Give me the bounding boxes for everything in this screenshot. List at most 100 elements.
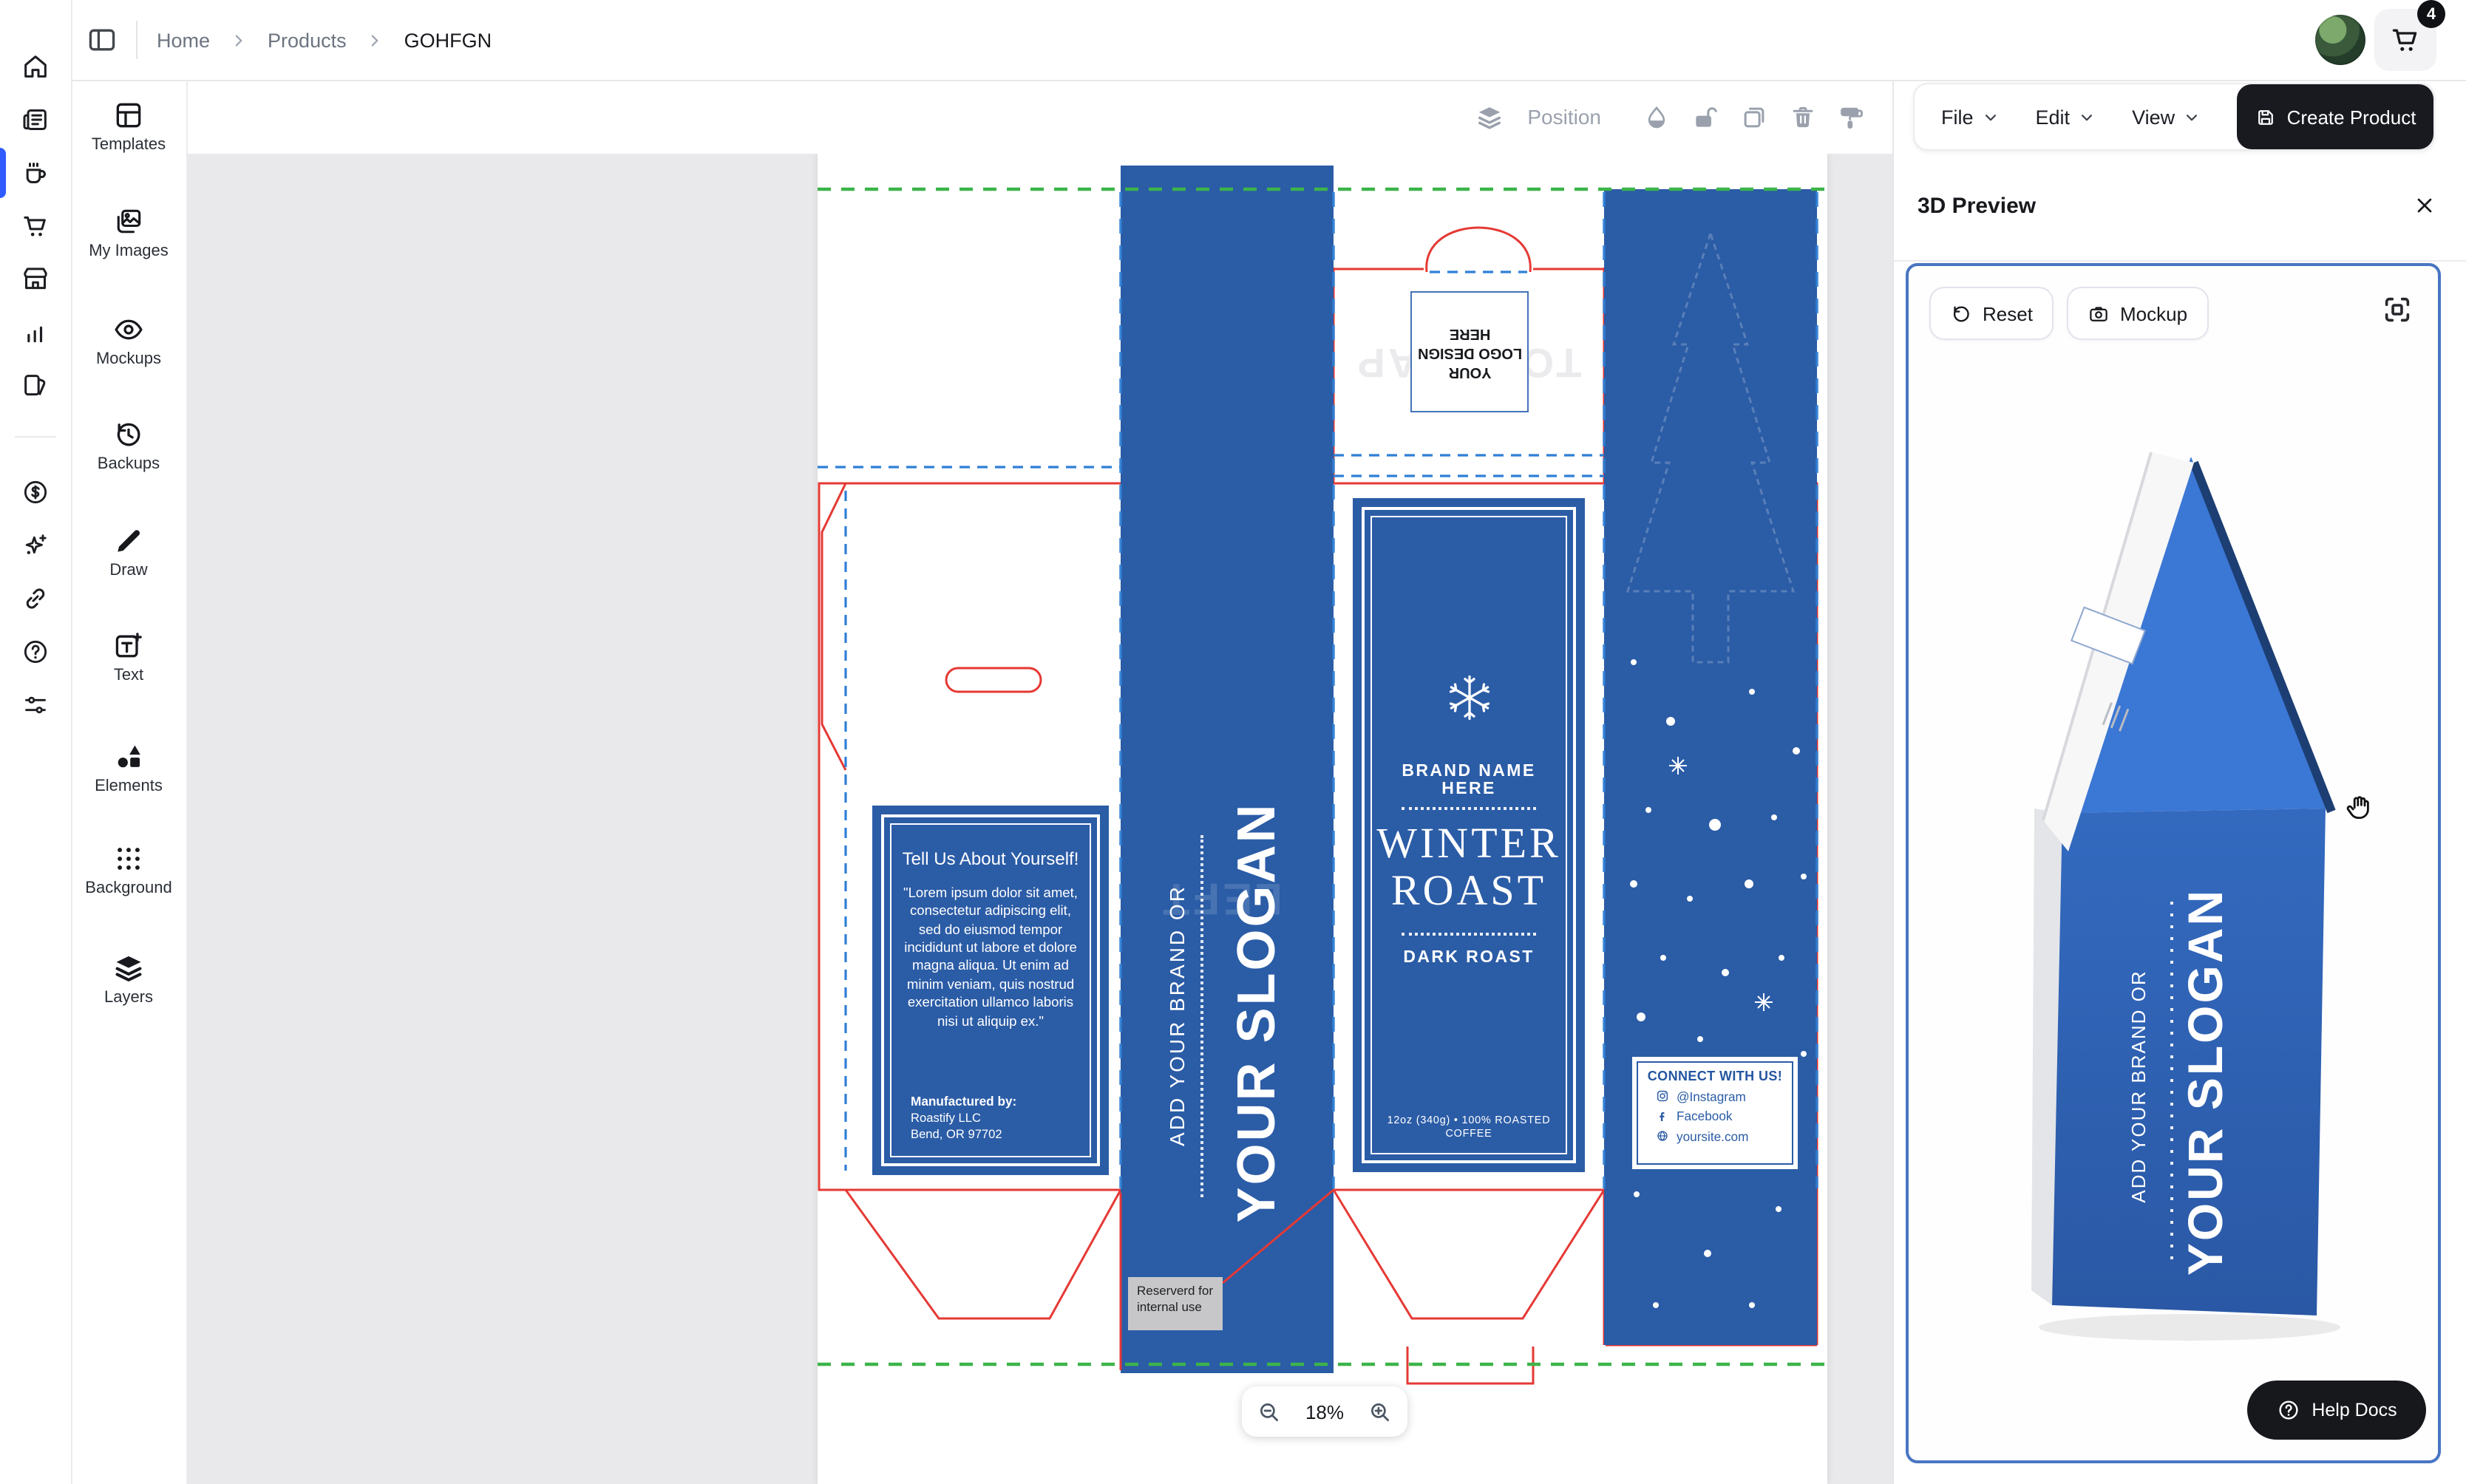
slogan-panel[interactable]: LEFT ADD YOUR BRAND OR YOUR SLOGAN — [1121, 166, 1334, 1373]
box-3d-render[interactable]: ADD YOUR BRAND OR YOUR SLOGAN — [1968, 414, 2411, 1360]
avatar[interactable] — [2315, 15, 2365, 65]
tool-sidebar: Templates My Images Mockups Backups Draw… — [71, 80, 188, 1484]
mfg-name: Roastify LLC — [911, 1111, 981, 1126]
box-brand-text: ADD YOUR BRAND OR — [2127, 970, 2150, 1202]
breadcrumb-current: GOHFGN — [404, 29, 492, 51]
breadcrumb-home[interactable]: Home — [157, 29, 210, 51]
swatches-icon[interactable] — [21, 371, 50, 401]
home-icon[interactable] — [21, 52, 50, 81]
nav-rail — [0, 0, 72, 1484]
cart-button[interactable]: 4 — [2374, 9, 2436, 71]
images-icon — [112, 205, 145, 238]
templates-icon — [112, 99, 145, 132]
sidebar-toggle-icon[interactable] — [86, 24, 118, 56]
pricing-icon[interactable] — [21, 477, 50, 507]
preview-viewport[interactable]: Reset Mockup — [1906, 263, 2441, 1463]
grab-hand-cursor — [2342, 789, 2377, 825]
divider — [1894, 260, 2466, 262]
sidebar-item-templates[interactable]: Templates — [71, 99, 186, 154]
breadcrumb-products[interactable]: Products — [268, 29, 347, 51]
dotted-divider — [1401, 807, 1536, 810]
sidebar-item-draw[interactable]: Draw — [71, 525, 186, 579]
breadcrumb: Home Products GOHFGN — [157, 0, 492, 80]
logo-placeholder-box[interactable]: YOUR LOGO DESIGN HERE — [1410, 291, 1529, 412]
chart-icon[interactable] — [21, 318, 50, 347]
sidebar-item-label: Text — [71, 667, 186, 684]
brand-or-text[interactable]: ADD YOUR BRAND OR — [1165, 885, 1189, 1146]
opacity-droplet-icon[interactable] — [1643, 103, 1671, 131]
camera-icon — [2088, 302, 2110, 324]
view-menu[interactable]: View — [2114, 106, 2219, 128]
settings-icon[interactable] — [21, 690, 50, 720]
reset-icon — [1950, 302, 1972, 324]
layers-icon — [112, 952, 145, 984]
sidebar-item-backups[interactable]: Backups — [71, 418, 186, 473]
ai-sparkles-icon[interactable] — [21, 531, 50, 560]
position-label[interactable]: Position — [1527, 105, 1601, 129]
save-icon — [2255, 106, 2277, 128]
question-circle-icon — [2276, 1398, 2300, 1422]
zoom-in-icon[interactable] — [1368, 1399, 1393, 1424]
duplicate-icon[interactable] — [1740, 103, 1768, 131]
paint-roller-icon[interactable] — [1838, 103, 1866, 131]
editor-toolbar: Position — [186, 80, 1892, 154]
instagram-icon — [1656, 1089, 1669, 1103]
zoom-level: 18% — [1305, 1400, 1344, 1423]
unlock-icon[interactable] — [1691, 103, 1719, 131]
snow-panel[interactable]: CONNECT WITH US! @Instagram Facebook you… — [1604, 189, 1817, 1345]
cart-icon[interactable] — [21, 211, 50, 241]
mfg-label: Manufactured by: — [911, 1095, 1016, 1109]
coffee-icon[interactable] — [21, 158, 50, 188]
connect-instagram: @Instagram — [1656, 1089, 1792, 1103]
preview-title: 3D Preview — [1918, 194, 2036, 219]
mockup-button[interactable]: Mockup — [2067, 287, 2208, 340]
shapes-icon — [112, 741, 145, 773]
about-panel[interactable]: Tell Us About Yourself! "Lorem ipsum dol… — [872, 806, 1109, 1175]
your-slogan-text[interactable]: YOUR SLOGAN — [1226, 802, 1288, 1222]
chevron-right-icon — [229, 30, 248, 50]
dotted-divider — [1401, 933, 1536, 936]
sidebar-item-label: Elements — [71, 777, 186, 795]
fullscreen-icon[interactable] — [2380, 293, 2414, 327]
snowflake-icon — [1442, 671, 1495, 724]
divider — [136, 21, 137, 59]
menu-bar: File Edit View Create Product — [1913, 83, 2435, 151]
sidebar-item-layers[interactable]: Layers — [71, 952, 186, 1007]
reset-button[interactable]: Reset — [1929, 287, 2054, 340]
delete-icon[interactable] — [1789, 103, 1817, 131]
close-icon[interactable] — [2413, 194, 2436, 217]
chevron-down-icon — [1981, 107, 2000, 126]
edit-menu[interactable]: Edit — [2018, 106, 2115, 128]
sidebar-item-elements[interactable]: Elements — [71, 741, 186, 795]
divider — [15, 436, 56, 438]
manufacturer-block: Manufactured by: Roastify LLC Bend, OR 9… — [911, 1095, 1016, 1143]
news-icon[interactable] — [21, 105, 50, 135]
connect-box-frame: CONNECT WITH US! @Instagram Facebook you… — [1637, 1061, 1793, 1165]
file-menu[interactable]: File — [1915, 106, 2018, 128]
create-product-button[interactable]: Create Product — [2237, 84, 2433, 149]
sidebar-item-label: Mockups — [71, 350, 186, 368]
link-icon[interactable] — [21, 584, 50, 613]
chevron-down-icon — [2182, 107, 2201, 126]
sidebar-item-background[interactable]: Background — [71, 843, 186, 897]
help-docs-button[interactable]: Help Docs — [2247, 1381, 2426, 1440]
sidebar-item-mockups[interactable]: Mockups — [71, 313, 186, 368]
sidebar-item-text[interactable]: Text — [71, 630, 186, 684]
front-panel[interactable]: BRAND NAME HERE WINTER ROAST DARK ROAST … — [1353, 498, 1585, 1172]
globe-icon — [1656, 1129, 1669, 1143]
dots-grid-icon — [112, 843, 145, 875]
connect-facebook: Facebook — [1656, 1109, 1792, 1123]
zoom-out-icon[interactable] — [1257, 1399, 1282, 1424]
sidebar-item-my-images[interactable]: My Images — [71, 205, 186, 260]
position-layers-icon[interactable] — [1475, 103, 1504, 131]
design-canvas[interactable]: LEFT ADD YOUR BRAND OR YOUR SLOGAN — [186, 154, 1892, 1484]
store-icon[interactable] — [21, 265, 50, 294]
text-icon — [112, 630, 145, 662]
reserved-area-box[interactable]: Reserverd for internal use — [1128, 1277, 1223, 1330]
connect-box[interactable]: CONNECT WITH US! @Instagram Facebook you… — [1629, 1054, 1801, 1172]
zoom-control: 18% — [1242, 1386, 1407, 1437]
help-icon[interactable] — [21, 637, 50, 667]
about-quote: "Lorem ipsum dolor sit amet, consectetur… — [891, 884, 1090, 1030]
facebook-icon — [1656, 1109, 1669, 1123]
connect-title: CONNECT WITH US! — [1638, 1069, 1792, 1083]
